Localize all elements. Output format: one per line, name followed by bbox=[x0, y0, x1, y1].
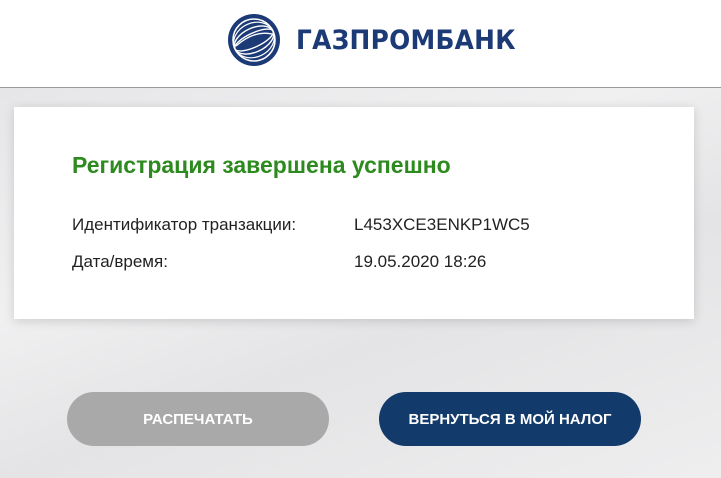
result-card: Регистрация завершена успешно Идентифика… bbox=[14, 107, 694, 319]
print-button[interactable]: РАСПЕЧАТАТЬ bbox=[67, 392, 329, 446]
gazprombank-logo-icon bbox=[228, 14, 280, 66]
header: ГАЗПРОМБАНК bbox=[0, 0, 721, 88]
transaction-id-label: Идентификатор транзакции: bbox=[72, 215, 297, 234]
datetime-value: 19.05.2020 18:26 bbox=[354, 252, 487, 271]
return-to-my-tax-button[interactable]: ВЕРНУТЬСЯ В МОЙ НАЛОГ bbox=[379, 392, 641, 446]
transaction-id-value: L453XCE3ENKP1WC5 bbox=[354, 215, 530, 234]
brand-name: ГАЗПРОМБАНК bbox=[296, 24, 516, 56]
datetime-label: Дата/время: bbox=[72, 252, 168, 271]
success-title: Регистрация завершена успешно bbox=[72, 152, 451, 178]
brand-logo: ГАЗПРОМБАНК bbox=[226, 10, 535, 70]
